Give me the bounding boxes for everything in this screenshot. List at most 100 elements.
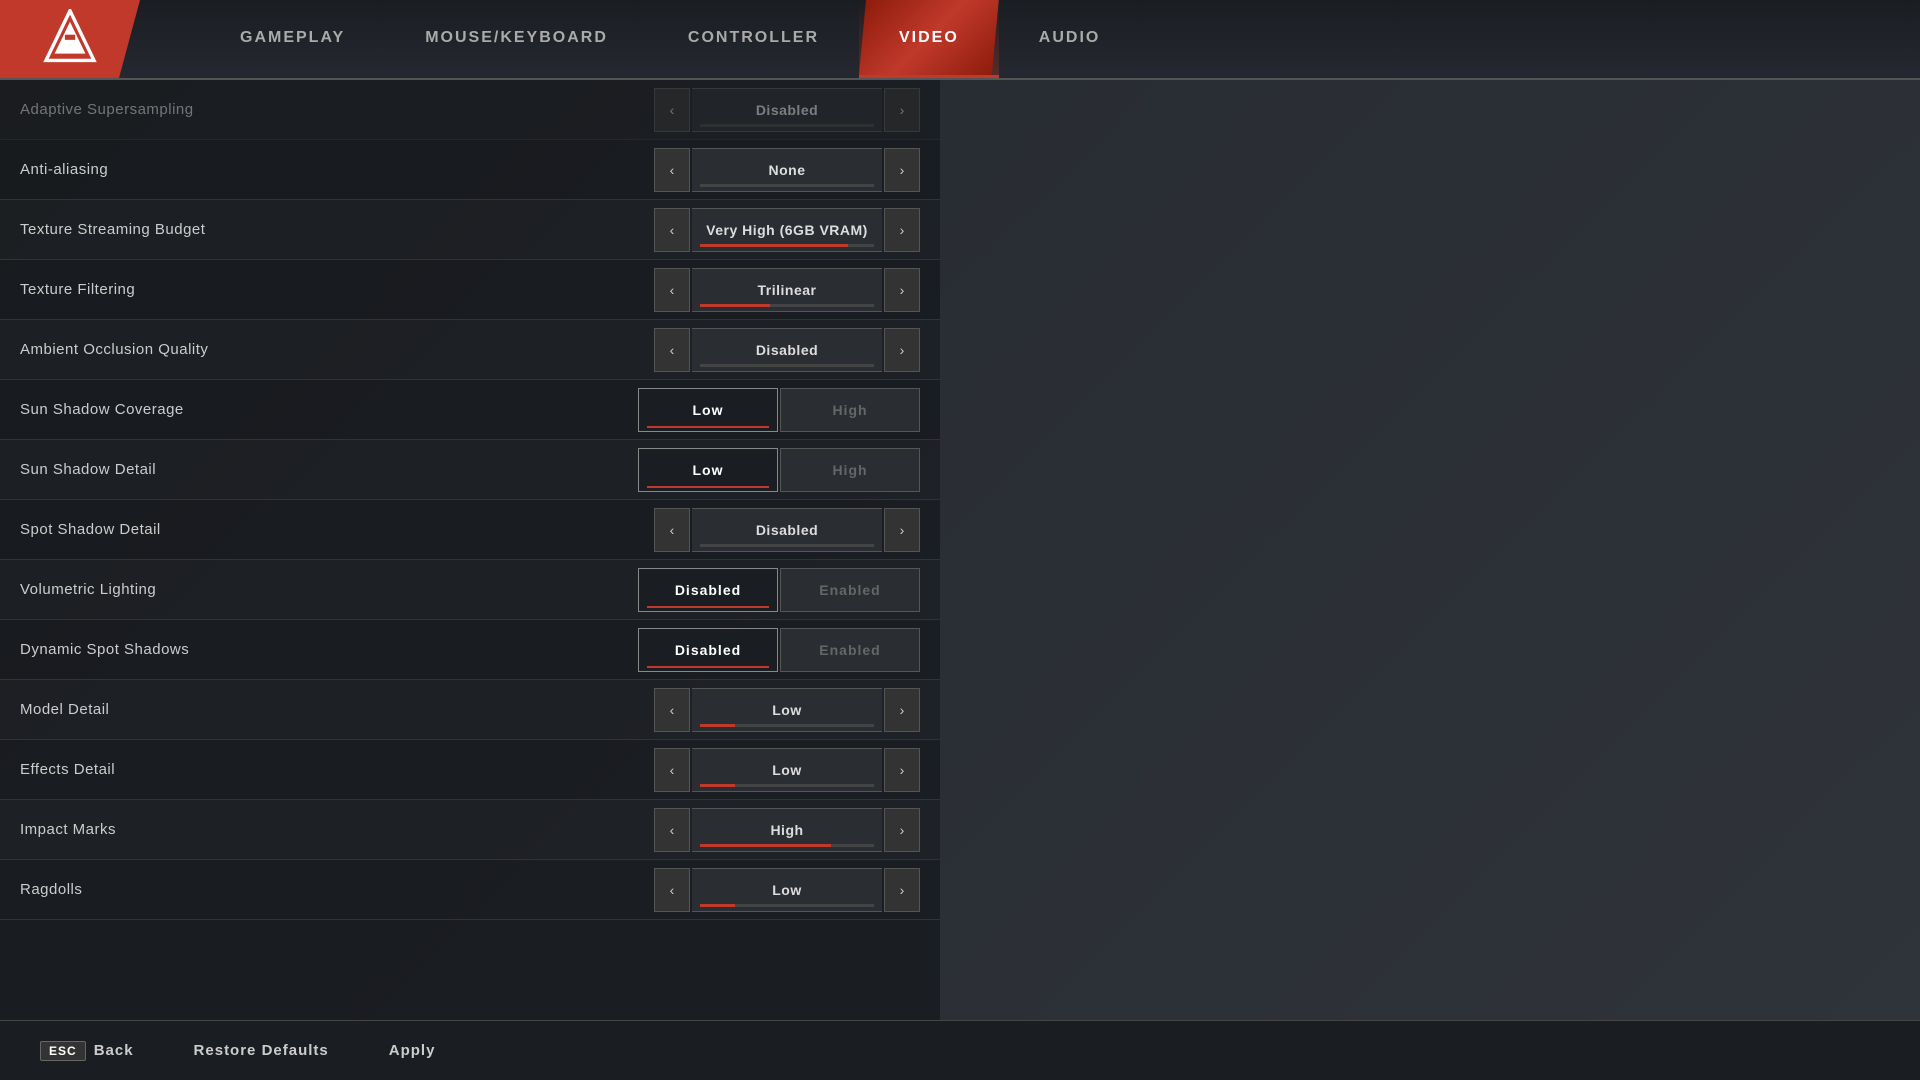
value-bar-fill-ragdolls (700, 904, 735, 907)
apply-button[interactable]: Apply (389, 1042, 436, 1059)
value-text-effects-detail: Low (772, 762, 802, 778)
bottom-bar: ESC Back Restore Defaults Apply (0, 1020, 1920, 1080)
value-text-texture-streaming-budget: Very High (6GB VRAM) (706, 222, 868, 238)
value-text-model-detail: Low (772, 702, 802, 718)
setting-label-impact-marks: Impact Marks (20, 821, 520, 838)
arrow-right-texture-streaming-budget[interactable]: › (884, 208, 920, 252)
toggle-control-dynamic-spot-shadows: Disabled Enabled (638, 628, 920, 672)
arrow-right-impact-marks[interactable]: › (884, 808, 920, 852)
value-bar-ragdolls (700, 904, 874, 907)
value-bar-fill-impact-marks (700, 844, 831, 847)
setting-control-spot-shadow-detail: ‹ Disabled › (520, 508, 920, 552)
arrow-right-ambient-occlusion-quality[interactable]: › (884, 328, 920, 372)
arrow-left-impact-marks[interactable]: ‹ (654, 808, 690, 852)
value-bar-texture-streaming-budget (700, 244, 874, 247)
arrow-right-ragdolls[interactable]: › (884, 868, 920, 912)
arrow-left-adaptive-supersampling[interactable]: ‹ (654, 88, 690, 132)
main-content: Adaptive Supersampling ‹ Disabled › Anti… (0, 80, 1920, 1020)
setting-row-dynamic-spot-shadows: Dynamic Spot Shadows Disabled Enabled (0, 620, 940, 680)
setting-row-ambient-occlusion-quality: Ambient Occlusion Quality ‹ Disabled › (0, 320, 940, 380)
setting-control-anti-aliasing: ‹ None › (520, 148, 920, 192)
arrow-control-ragdolls: ‹ Low › (654, 868, 920, 912)
arrow-left-texture-filtering[interactable]: ‹ (654, 268, 690, 312)
setting-control-ambient-occlusion-quality: ‹ Disabled › (520, 328, 920, 372)
arrow-left-effects-detail[interactable]: ‹ (654, 748, 690, 792)
value-box-ambient-occlusion-quality: Disabled (692, 328, 882, 372)
tab-gameplay[interactable]: GAMEPLAY (200, 0, 385, 78)
logo-area (0, 0, 140, 78)
arrow-left-texture-streaming-budget[interactable]: ‹ (654, 208, 690, 252)
tab-mouse-keyboard[interactable]: MOUSE/KEYBOARD (385, 0, 648, 78)
toggle-right-dynamic-spot-shadows[interactable]: Enabled (780, 628, 920, 672)
setting-label-effects-detail: Effects Detail (20, 761, 520, 778)
setting-row-effects-detail: Effects Detail ‹ Low › (0, 740, 940, 800)
setting-label-dynamic-spot-shadows: Dynamic Spot Shadows (20, 641, 520, 658)
toggle-left-sun-shadow-coverage[interactable]: Low (638, 388, 778, 432)
right-panel (940, 80, 1920, 1020)
setting-label-model-detail: Model Detail (20, 701, 520, 718)
arrow-control-impact-marks: ‹ High › (654, 808, 920, 852)
setting-row-sun-shadow-detail: Sun Shadow Detail Low High (0, 440, 940, 500)
value-text-impact-marks: High (770, 822, 803, 838)
setting-label-spot-shadow-detail: Spot Shadow Detail (20, 521, 520, 538)
arrow-left-ambient-occlusion-quality[interactable]: ‹ (654, 328, 690, 372)
arrow-left-ragdolls[interactable]: ‹ (654, 868, 690, 912)
arrow-right-model-detail[interactable]: › (884, 688, 920, 732)
value-bar-fill-effects-detail (700, 784, 735, 787)
setting-row-volumetric-lighting: Volumetric Lighting Disabled Enabled (0, 560, 940, 620)
toggle-right-sun-shadow-detail[interactable]: High (780, 448, 920, 492)
apply-label: Apply (389, 1042, 436, 1059)
back-button[interactable]: ESC Back (40, 1041, 134, 1061)
value-box-ragdolls: Low (692, 868, 882, 912)
toggle-left-volumetric-lighting[interactable]: Disabled (638, 568, 778, 612)
value-text-adaptive-supersampling: Disabled (756, 102, 818, 118)
tab-audio[interactable]: AUDIO (999, 0, 1141, 78)
arrow-control-adaptive-supersampling: ‹ Disabled › (654, 88, 920, 132)
setting-row-sun-shadow-coverage: Sun Shadow Coverage Low High (0, 380, 940, 440)
tab-video[interactable]: VIDEO (859, 0, 999, 78)
setting-control-sun-shadow-coverage: Low High (520, 388, 920, 432)
setting-label-anti-aliasing: Anti-aliasing (20, 161, 520, 178)
toggle-control-volumetric-lighting: Disabled Enabled (638, 568, 920, 612)
tab-controller[interactable]: CONTROLLER (648, 0, 859, 78)
setting-row-adaptive-supersampling: Adaptive Supersampling ‹ Disabled › (0, 80, 940, 140)
toggle-left-dynamic-spot-shadows[interactable]: Disabled (638, 628, 778, 672)
arrow-right-effects-detail[interactable]: › (884, 748, 920, 792)
arrow-control-model-detail: ‹ Low › (654, 688, 920, 732)
toggle-left-sun-shadow-detail[interactable]: Low (638, 448, 778, 492)
arrow-control-effects-detail: ‹ Low › (654, 748, 920, 792)
value-bar-ambient-occlusion-quality (700, 364, 874, 367)
setting-label-ragdolls: Ragdolls (20, 881, 520, 898)
value-box-texture-streaming-budget: Very High (6GB VRAM) (692, 208, 882, 252)
settings-list[interactable]: Adaptive Supersampling ‹ Disabled › Anti… (0, 80, 940, 1020)
arrow-left-anti-aliasing[interactable]: ‹ (654, 148, 690, 192)
arrow-left-model-detail[interactable]: ‹ (654, 688, 690, 732)
arrow-control-spot-shadow-detail: ‹ Disabled › (654, 508, 920, 552)
value-box-spot-shadow-detail: Disabled (692, 508, 882, 552)
arrow-right-anti-aliasing[interactable]: › (884, 148, 920, 192)
value-bar-spot-shadow-detail (700, 544, 874, 547)
setting-row-texture-streaming-budget: Texture Streaming Budget ‹ Very High (6G… (0, 200, 940, 260)
setting-label-volumetric-lighting: Volumetric Lighting (20, 581, 520, 598)
arrow-control-texture-filtering: ‹ Trilinear › (654, 268, 920, 312)
arrow-right-texture-filtering[interactable]: › (884, 268, 920, 312)
value-bar-impact-marks (700, 844, 874, 847)
toggle-right-volumetric-lighting[interactable]: Enabled (780, 568, 920, 612)
nav-tabs: GAMEPLAY MOUSE/KEYBOARD CONTROLLER VIDEO… (140, 0, 1920, 78)
setting-control-volumetric-lighting: Disabled Enabled (520, 568, 920, 612)
toggle-right-sun-shadow-coverage[interactable]: High (780, 388, 920, 432)
arrow-right-spot-shadow-detail[interactable]: › (884, 508, 920, 552)
value-box-texture-filtering: Trilinear (692, 268, 882, 312)
top-nav: GAMEPLAY MOUSE/KEYBOARD CONTROLLER VIDEO… (0, 0, 1920, 80)
arrow-left-spot-shadow-detail[interactable]: ‹ (654, 508, 690, 552)
value-bar-model-detail (700, 724, 874, 727)
setting-control-impact-marks: ‹ High › (520, 808, 920, 852)
restore-defaults-button[interactable]: Restore Defaults (194, 1042, 329, 1059)
arrow-right-adaptive-supersampling[interactable]: › (884, 88, 920, 132)
value-bar-effects-detail (700, 784, 874, 787)
toggle-control-sun-shadow-coverage: Low High (638, 388, 920, 432)
setting-control-adaptive-supersampling: ‹ Disabled › (520, 88, 920, 132)
setting-label-texture-streaming-budget: Texture Streaming Budget (20, 221, 520, 238)
value-box-anti-aliasing: None (692, 148, 882, 192)
value-bar-anti-aliasing (700, 184, 874, 187)
